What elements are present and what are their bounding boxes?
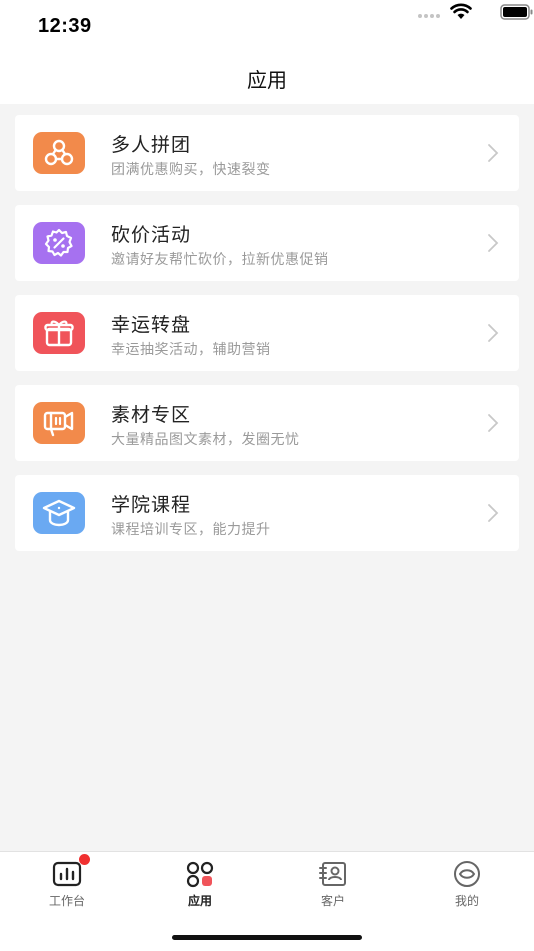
apps-icon [185, 860, 215, 888]
app-item-title: 多人拼团 [111, 134, 192, 156]
tab-label: 客户 [320, 894, 345, 908]
app-item-desc: 幸运抽奖活动，辅助营销 [111, 342, 271, 358]
app-item-academy[interactable]: 学院课程 课程培训专区，能力提升 [15, 475, 519, 551]
app-item-title: 素材专区 [111, 404, 192, 426]
chevron-right-icon [488, 324, 499, 342]
home-indicator [172, 935, 362, 940]
app-item-desc: 大量精品图文素材，发圈无忧 [111, 432, 300, 448]
gift-icon [33, 312, 85, 354]
tab-label: 我的 [454, 894, 479, 908]
wifi-icon [450, 3, 472, 19]
battery-icon [500, 4, 533, 20]
tab-profile[interactable]: 我的 [417, 860, 517, 910]
cellular-signal-icon [418, 14, 442, 18]
app-item-desc: 邀请好友帮忙砍价，拉新优惠促销 [111, 252, 329, 268]
chevron-right-icon [488, 414, 499, 432]
app-item-desc: 课程培训专区，能力提升 [111, 522, 271, 538]
chevron-right-icon [488, 234, 499, 252]
app-item-title: 幸运转盘 [111, 314, 192, 336]
app-list: 多人拼团 团满优惠购买，快速裂变 砍价活动 邀请好友帮忙砍价，拉新优惠促销 幸运… [15, 115, 519, 565]
app-item-lucky-wheel[interactable]: 幸运转盘 幸运抽奖活动，辅助营销 [15, 295, 519, 371]
profile-eye-icon [452, 860, 482, 888]
graduation-cap-icon [33, 492, 85, 534]
app-item-title: 学院课程 [111, 494, 192, 516]
tab-label: 工作台 [48, 894, 85, 908]
nav-bar: 应用 [0, 52, 534, 104]
bargain-icon [33, 222, 85, 264]
app-item-desc: 团满优惠购买，快速裂变 [111, 162, 271, 178]
app-item-title: 砍价活动 [111, 224, 192, 246]
tab-label: 应用 [187, 894, 212, 908]
dashboard-icon [52, 854, 90, 888]
contacts-icon [318, 860, 348, 888]
app-item-group-buy[interactable]: 多人拼团 团满优惠购买，快速裂变 [15, 115, 519, 191]
chevron-right-icon [488, 144, 499, 162]
megaphone-icon [33, 402, 85, 444]
status-bar: 12:39 [0, 0, 534, 52]
app-item-bargain[interactable]: 砍价活动 邀请好友帮忙砍价，拉新优惠促销 [15, 205, 519, 281]
status-time: 12:39 [38, 15, 92, 37]
chevron-right-icon [488, 504, 499, 522]
notification-badge-dot [79, 854, 90, 865]
tab-apps[interactable]: 应用 [150, 860, 250, 910]
tab-dashboard[interactable]: 工作台 [17, 854, 117, 910]
group-buy-icon [33, 132, 85, 174]
page-title: 应用 [247, 67, 287, 92]
tab-customers[interactable]: 客户 [283, 860, 383, 910]
app-item-materials[interactable]: 素材专区 大量精品图文素材，发圈无忧 [15, 385, 519, 461]
